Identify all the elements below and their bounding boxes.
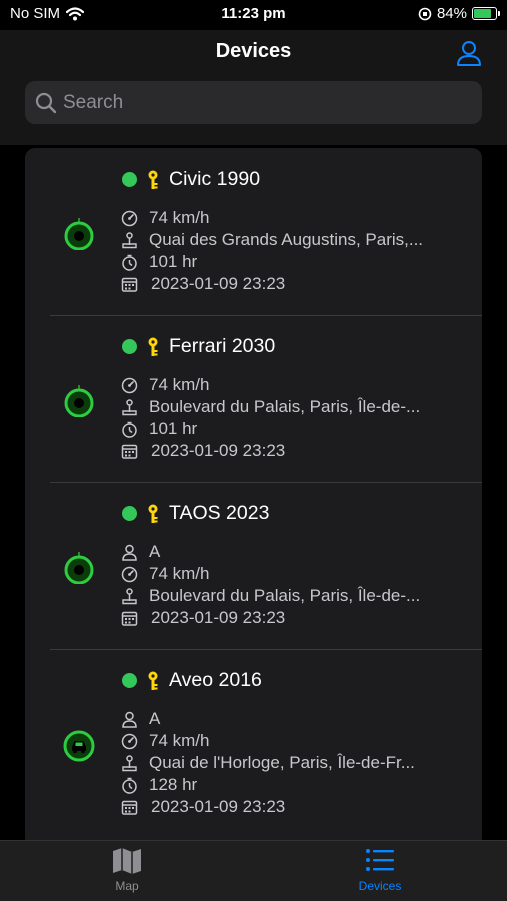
timer-icon: [122, 254, 137, 271]
hours-value: 101 hr: [149, 252, 198, 271]
location-pin-icon: [122, 231, 137, 248]
orientation-lock-icon: [418, 7, 432, 20]
datetime-value: 2023-01-09 23:23: [151, 797, 286, 816]
timer-icon: [122, 777, 137, 794]
address-detail: Boulevard du Palais, Paris, Île-de-...: [121, 585, 420, 607]
page-title: Devices: [215, 40, 292, 62]
speedometer-icon: [121, 733, 138, 749]
battery-percent: 84%: [436, 5, 467, 22]
tab-label: Devices: [358, 879, 402, 893]
location-pin-icon: [122, 398, 137, 415]
device-name: Ferrari 2030: [169, 335, 276, 357]
device-marker-icon: [64, 385, 94, 417]
device-list: Civic 1990 74 km/h Quai des Grands Augus…: [25, 148, 482, 848]
driver-value: A: [149, 542, 161, 561]
address-value: Boulevard du Palais, Paris, Île-de-...: [149, 397, 421, 416]
device-row[interactable]: Ferrari 2030 74 km/h Boulevard du Palais…: [25, 315, 482, 482]
speed-value: 74 km/h: [149, 731, 210, 750]
device-title: Aveo 2016: [122, 669, 262, 692]
profile-icon[interactable]: [455, 39, 483, 67]
status-bar: No SIM 11:23 pm 84%: [0, 0, 507, 30]
datetime-value: 2023-01-09 23:23: [151, 274, 286, 293]
address-value: Quai des Grands Augustins, Paris,...: [149, 230, 424, 249]
tab-bar: Map Devices: [0, 840, 507, 901]
navigation-header: Devices Search: [0, 30, 507, 145]
speedometer-icon: [121, 210, 138, 226]
driver-value: A: [149, 709, 161, 728]
key-icon: [148, 671, 158, 690]
hours-value: 101 hr: [149, 419, 198, 438]
device-row[interactable]: TAOS 2023 A 74 km/h Boulevard du Palais,…: [25, 482, 482, 649]
date-detail: 2023-01-09 23:23: [121, 607, 285, 629]
speedometer-icon: [121, 377, 138, 393]
driver-detail: A: [121, 541, 160, 563]
key-icon: [148, 504, 158, 523]
device-title: TAOS 2023: [122, 502, 269, 525]
hours-detail: 101 hr: [121, 418, 197, 440]
person-icon: [122, 711, 137, 728]
address-detail: Boulevard du Palais, Paris, Île-de-...: [121, 396, 420, 418]
device-marker-icon: [64, 218, 94, 250]
battery-icon: [472, 7, 500, 20]
speed-value: 74 km/h: [149, 375, 210, 394]
device-marker-icon: [64, 552, 94, 584]
device-row[interactable]: Civic 1990 74 km/h Quai des Grands Augus…: [25, 148, 482, 315]
key-icon: [148, 170, 158, 189]
address-detail: Quai de l'Horloge, Paris, Île-de-Fr...: [121, 752, 415, 774]
device-name: Aveo 2016: [169, 669, 262, 691]
online-status-dot: [122, 506, 137, 521]
list-icon: [366, 849, 394, 871]
hours-detail: 128 hr: [121, 774, 197, 796]
calendar-icon: [121, 277, 138, 292]
speed-detail: 74 km/h: [121, 730, 209, 752]
tab-label: Map: [115, 879, 139, 893]
date-detail: 2023-01-09 23:23: [121, 273, 285, 295]
date-detail: 2023-01-09 23:23: [121, 440, 285, 462]
search-field[interactable]: Search: [25, 81, 482, 124]
speed-detail: 74 km/h: [121, 374, 209, 396]
search-placeholder: Search: [63, 91, 124, 113]
device-name: Civic 1990: [169, 168, 261, 190]
device-name: TAOS 2023: [169, 502, 270, 524]
speed-detail: 74 km/h: [121, 563, 209, 585]
address-value: Boulevard du Palais, Paris, Île-de-...: [149, 586, 421, 605]
car-marker-icon: [63, 730, 95, 762]
location-pin-icon: [122, 587, 137, 604]
device-title: Civic 1990: [122, 168, 260, 191]
tab-devices[interactable]: Devices: [320, 847, 440, 893]
datetime-value: 2023-01-09 23:23: [151, 608, 286, 627]
online-status-dot: [122, 673, 137, 688]
map-icon: [113, 848, 141, 874]
calendar-icon: [121, 444, 138, 459]
address-value: Quai de l'Horloge, Paris, Île-de-Fr...: [149, 753, 415, 772]
status-right: 84%: [418, 5, 500, 22]
tab-map[interactable]: Map: [67, 847, 187, 893]
speed-value: 74 km/h: [149, 564, 210, 583]
date-detail: 2023-01-09 23:23: [121, 796, 285, 818]
person-icon: [122, 544, 137, 561]
search-icon: [35, 92, 57, 113]
device-title: Ferrari 2030: [122, 335, 275, 358]
speed-detail: 74 km/h: [121, 207, 209, 229]
speed-value: 74 km/h: [149, 208, 210, 227]
timer-icon: [122, 421, 137, 438]
location-pin-icon: [122, 754, 137, 771]
driver-detail: A: [121, 708, 160, 730]
calendar-icon: [121, 611, 138, 626]
speedometer-icon: [121, 566, 138, 582]
address-detail: Quai des Grands Augustins, Paris,...: [121, 229, 423, 251]
device-row[interactable]: Aveo 2016 A 74 km/h Quai de l'Horloge, P…: [25, 649, 482, 848]
hours-value: 128 hr: [149, 775, 198, 794]
calendar-icon: [121, 800, 138, 815]
datetime-value: 2023-01-09 23:23: [151, 441, 286, 460]
hours-detail: 101 hr: [121, 251, 197, 273]
key-icon: [148, 337, 158, 356]
online-status-dot: [122, 172, 137, 187]
online-status-dot: [122, 339, 137, 354]
